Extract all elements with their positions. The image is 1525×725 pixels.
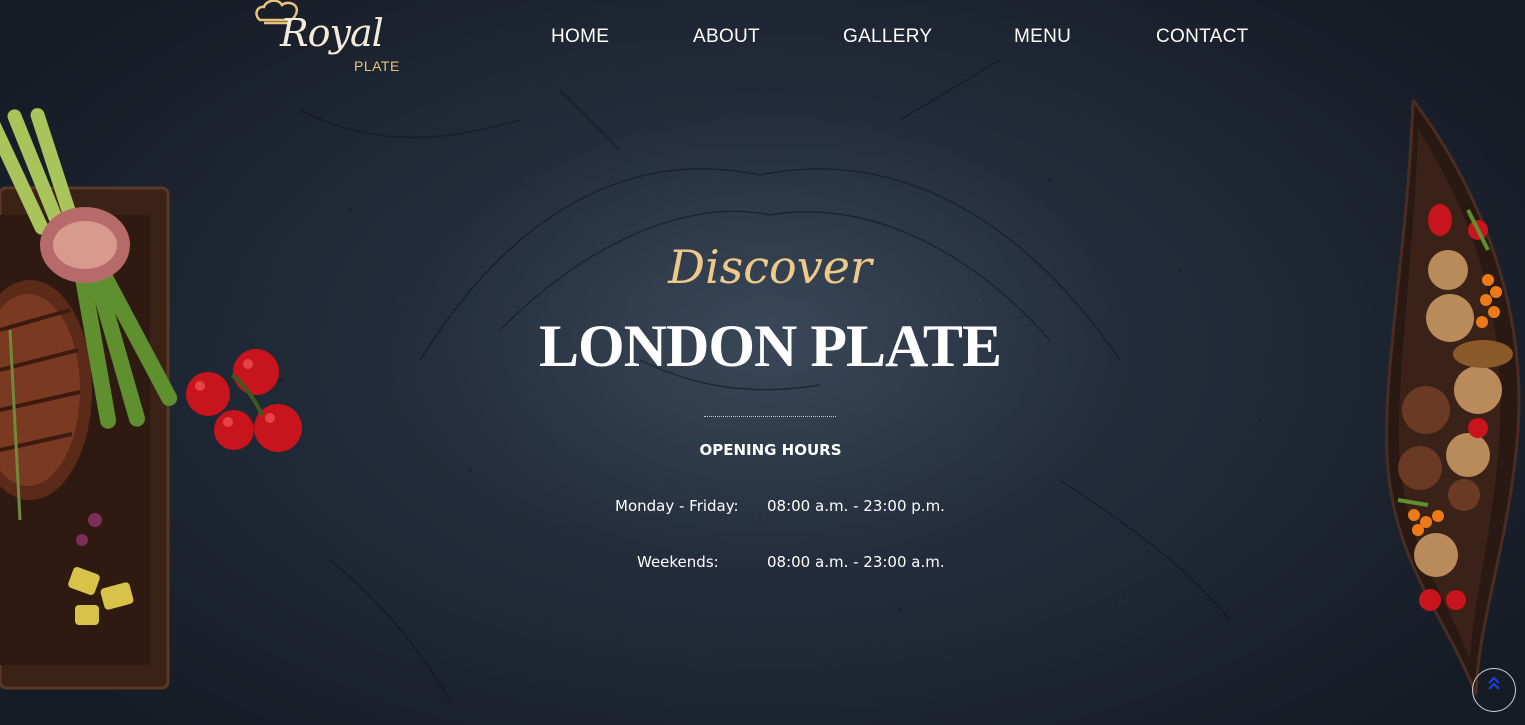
hours-value-weekdays: 08:00 a.m. - 23:00 p.m. — [767, 497, 945, 515]
brand-subtitle: PLATE — [354, 58, 400, 74]
opening-hours-title: OPENING HOURS — [699, 441, 842, 459]
nav-home[interactable]: HOME — [551, 26, 609, 48]
hero-divider — [704, 416, 836, 417]
nav-menu[interactable]: MENU — [1014, 26, 1071, 48]
double-chevron-up-icon — [1473, 673, 1515, 691]
nav-gallery[interactable]: GALLERY — [843, 26, 932, 48]
back-to-top-button[interactable] — [1472, 668, 1516, 712]
nav-about[interactable]: ABOUT — [693, 26, 760, 48]
hours-label-weekends: Weekends: — [637, 553, 719, 571]
main-navigation: HOME ABOUT GALLERY MENU CONTACT — [0, 26, 1525, 52]
steak-asparagus-image — [0, 108, 302, 690]
hours-value-weekends: 08:00 a.m. - 23:00 a.m. — [767, 553, 945, 571]
hero-title: LONDON PLATE — [539, 313, 1002, 379]
hours-label-weekdays: Monday - Friday: — [615, 497, 739, 515]
hero-section: Royal PLATE HOME ABOUT GALLERY MENU CONT… — [0, 0, 1525, 725]
hero-eyebrow: Discover — [668, 240, 872, 294]
nav-contact[interactable]: CONTACT — [1156, 26, 1249, 48]
nuts-bowl-image — [1385, 100, 1521, 696]
